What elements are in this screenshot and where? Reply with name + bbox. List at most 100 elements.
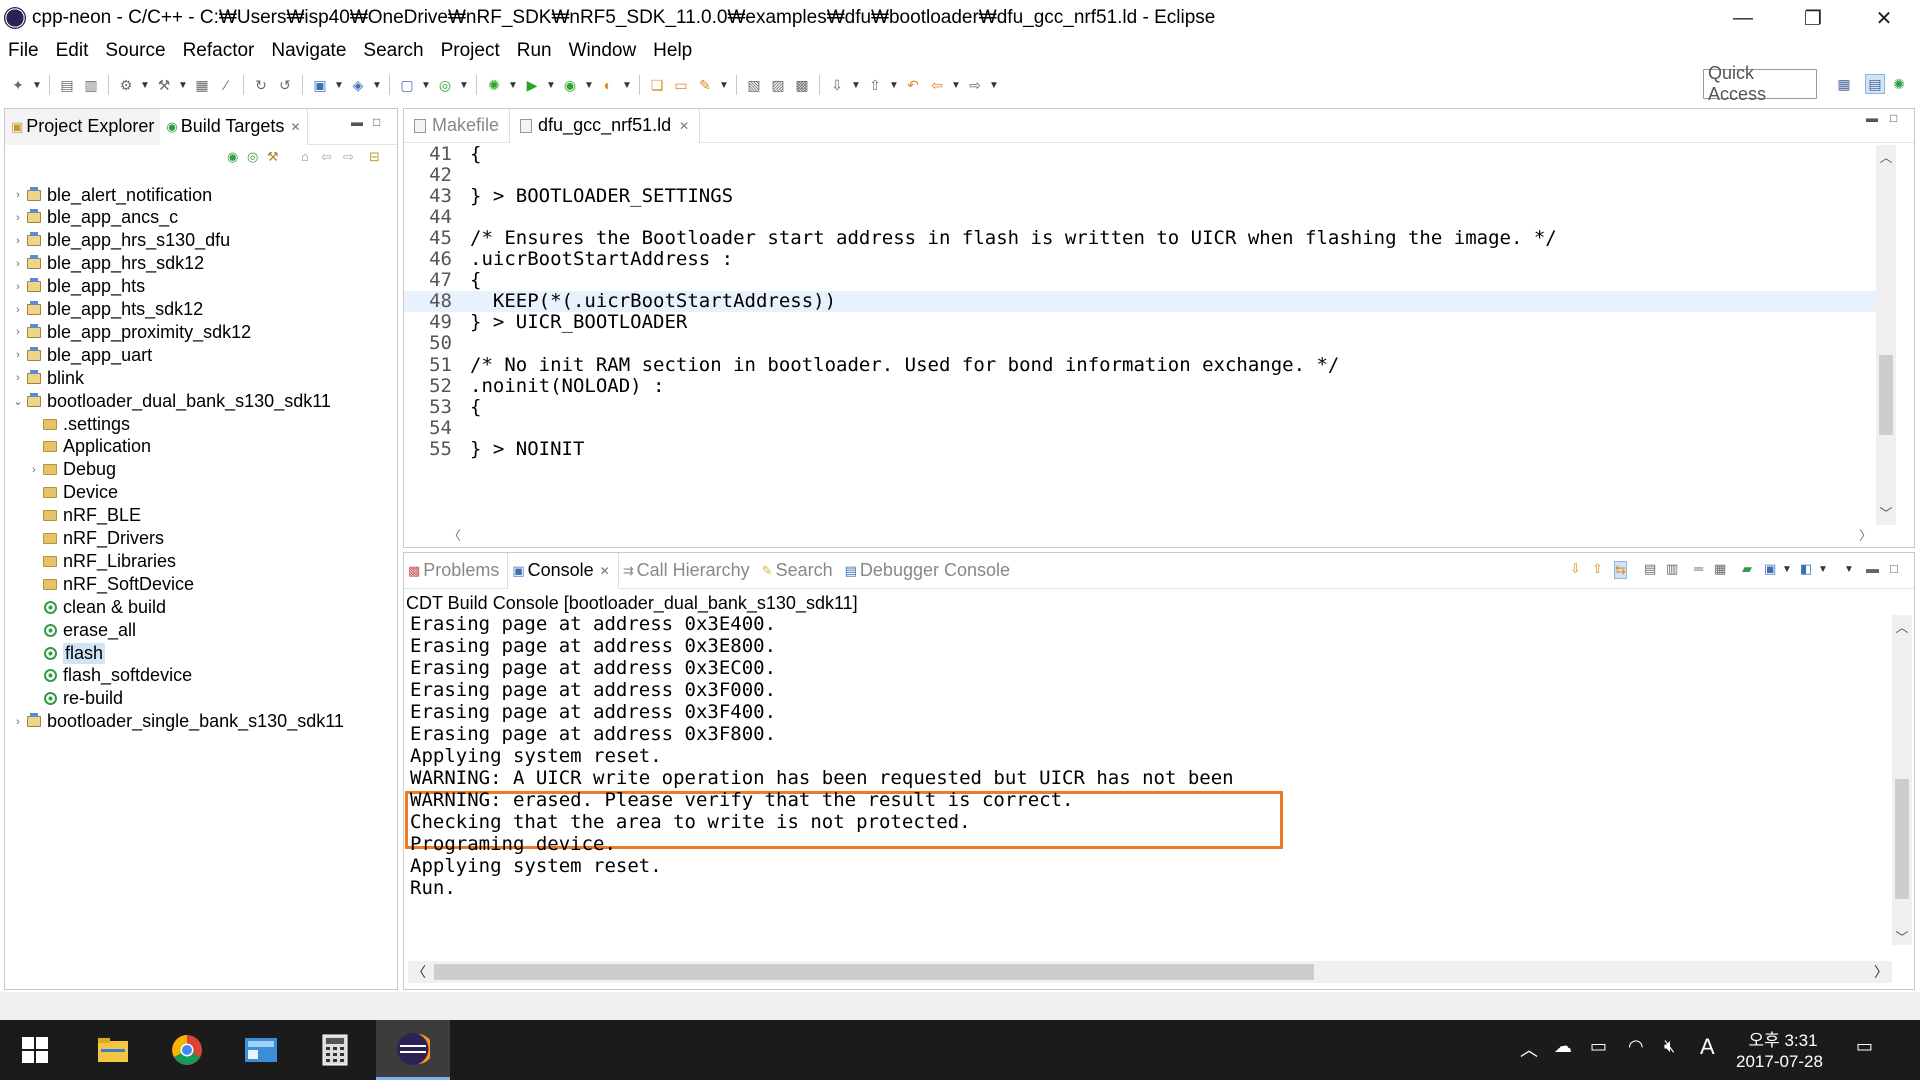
pen-icon[interactable]: ✎	[695, 76, 715, 94]
chevron-down-icon[interactable]: ⌄	[11, 395, 25, 408]
save-all-icon[interactable]: ▥	[81, 76, 101, 94]
new-file-dropdown-icon[interactable]: ▼	[421, 76, 431, 94]
profile-dropdown-icon[interactable]: ▼	[622, 76, 632, 94]
chevron-right-icon[interactable]: ›	[11, 304, 25, 316]
code-line[interactable]: 47 {	[404, 269, 1880, 291]
scroll-left-icon[interactable]: 〈	[412, 962, 426, 982]
minimize-editor-icon[interactable]: ▬	[1866, 111, 1878, 125]
chrome-button[interactable]	[152, 1020, 222, 1080]
run-external-dropdown-icon[interactable]: ▼	[584, 76, 594, 94]
new-class-dropdown-icon[interactable]: ▼	[372, 76, 382, 94]
editor-vertical-scrollbar[interactable]: ︿ ﹀	[1876, 145, 1896, 525]
copy-console-icon[interactable]: ▤	[1644, 561, 1656, 577]
scroll-right-icon[interactable]: 〉	[1874, 962, 1888, 982]
pin-console-icon[interactable]: ▰	[1742, 561, 1752, 577]
code-line[interactable]: 49} > UICR_BOOTLOADER	[404, 311, 1880, 333]
pen-dropdown-icon[interactable]: ▼	[719, 76, 729, 94]
minimize-button[interactable]: —	[1714, 0, 1772, 36]
notifications-icon[interactable]: ▭	[1856, 1036, 1873, 1057]
menu-run[interactable]: Run	[509, 40, 561, 62]
scroll-left-icon[interactable]: 〈	[448, 525, 461, 544]
code-line[interactable]: 48 KEEP(*(.uicrBootStartAddress))	[404, 290, 1880, 312]
new-class-icon[interactable]: ◈	[348, 76, 368, 94]
tab-search[interactable]: ✎ Search	[758, 553, 841, 589]
code-line[interactable]: 55} > NOINIT	[404, 438, 1880, 460]
code-line[interactable]: 44	[404, 206, 1880, 228]
scroll-lock-up-icon[interactable]: ⇧	[1592, 561, 1603, 577]
back-icon[interactable]: ⇦	[927, 76, 947, 94]
collapse-all-icon[interactable]: ⊟	[369, 149, 380, 165]
menu-window[interactable]: Window	[561, 40, 646, 62]
maximize-editor-icon[interactable]: □	[1890, 111, 1897, 125]
refresh-all-icon[interactable]: ↺	[275, 76, 295, 94]
open-folder-icon[interactable]: ▭	[671, 76, 691, 94]
code-line[interactable]: 46 .uicrBootStartAddress :	[404, 248, 1880, 270]
prev-annotation-icon[interactable]: ⇧	[865, 76, 885, 94]
file-explorer-button[interactable]	[78, 1020, 148, 1080]
close-button[interactable]: ✕	[1855, 0, 1913, 36]
new-dropdown-icon[interactable]: ▼	[32, 76, 42, 94]
forward-icon[interactable]: ⇨	[965, 76, 985, 94]
last-edit-icon[interactable]: ↶	[903, 76, 923, 94]
maximize-button[interactable]: ❐	[1784, 0, 1842, 36]
tab-call-hierarchy[interactable]: ⇉ Call Hierarchy	[619, 553, 758, 589]
debug-perspective-icon[interactable]: ✺	[1889, 74, 1909, 94]
eclipse-taskbar-button[interactable]	[376, 1020, 450, 1080]
wand-icon[interactable]: ∕	[216, 76, 236, 94]
chevron-right-icon[interactable]: ›	[11, 716, 25, 728]
link-console-icon[interactable]: ⇆	[1614, 561, 1627, 579]
ime-indicator[interactable]: A	[1700, 1034, 1715, 1060]
close-tab-icon[interactable]: ✕	[290, 120, 300, 134]
menu-refactor[interactable]: Refactor	[175, 40, 264, 62]
clear-console-icon[interactable]: ▦	[1714, 561, 1726, 577]
open-perspective-icon[interactable]: ▦	[1834, 74, 1854, 94]
block-select-icon[interactable]: ▩	[792, 76, 812, 94]
code-line[interactable]: 41 {	[404, 145, 1880, 165]
view-menu-icon[interactable]: ▼	[1844, 564, 1854, 575]
save-icon[interactable]: ▤	[57, 76, 77, 94]
chevron-right-icon[interactable]: ›	[11, 212, 25, 224]
close-tab-icon[interactable]: ✕	[600, 564, 610, 578]
menu-navigate[interactable]: Navigate	[263, 40, 355, 62]
menu-file[interactable]: File	[0, 40, 48, 62]
scroll-down-icon[interactable]: ﹀	[1876, 503, 1896, 522]
build-config-icon[interactable]: ⚙	[116, 76, 136, 94]
editor-horizontal-scrollbar[interactable]: 〈 〉	[444, 525, 1876, 545]
scroll-down-icon[interactable]: ﹀	[1892, 927, 1912, 946]
scroll-thumb[interactable]	[1879, 355, 1893, 435]
open-console-dropdown-icon[interactable]: ▼	[1818, 564, 1828, 575]
maximize-panel-icon[interactable]: □	[373, 115, 380, 129]
code-line[interactable]: 43} > BOOTLOADER_SETTINGS	[404, 185, 1880, 207]
tab-debugger-console[interactable]: ▤ Debugger Console	[841, 553, 1018, 589]
volume-muted-icon[interactable]: 🔇︎	[1664, 1036, 1675, 1057]
tab-build-targets[interactable]: ◉ Build Targets ✕	[160, 108, 308, 145]
chevron-right-icon[interactable]: ›	[11, 258, 25, 270]
tab-problems[interactable]: ▩ Problems	[404, 553, 507, 589]
console-vertical-scrollbar[interactable]: ︿ ﹀	[1892, 615, 1912, 945]
build-icon[interactable]: ⚒	[154, 76, 174, 94]
wifi-icon[interactable]: ◠	[1628, 1036, 1644, 1057]
menu-search[interactable]: Search	[355, 40, 432, 62]
start-button[interactable]	[0, 1020, 70, 1080]
toggle-mark-icon[interactable]: ▧	[744, 76, 764, 94]
chevron-right-icon[interactable]: ›	[27, 464, 41, 476]
display-console-icon[interactable]: ▣	[1764, 561, 1776, 577]
home-icon[interactable]: ⌂	[301, 149, 309, 164]
chevron-right-icon[interactable]: ›	[11, 372, 25, 384]
battery-icon[interactable]: ▭	[1590, 1036, 1607, 1057]
build-dropdown-icon[interactable]: ▼	[178, 76, 188, 94]
tab-makefile[interactable]: Makefile	[404, 109, 509, 143]
tab-dfu-gcc-nrf51[interactable]: dfu_gcc_nrf51.ld ✕	[509, 108, 701, 143]
scroll-right-icon[interactable]: 〉	[1859, 525, 1872, 544]
build-config-dropdown-icon[interactable]: ▼	[140, 76, 150, 94]
code-line[interactable]: 42	[404, 164, 1880, 186]
cycle-dropdown-icon[interactable]: ▼	[459, 76, 469, 94]
next-annotation-dropdown-icon[interactable]: ▼	[851, 76, 861, 94]
open-type-icon[interactable]: ❏	[647, 76, 667, 94]
debug-icon[interactable]: ✺	[484, 76, 504, 94]
chevron-right-icon[interactable]: ›	[11, 326, 25, 338]
chevron-right-icon[interactable]: ›	[11, 235, 25, 247]
maximize-console-icon[interactable]: □	[1890, 561, 1898, 576]
display-console-dropdown-icon[interactable]: ▼	[1782, 564, 1792, 575]
code-line[interactable]: 52 .noinit(NOLOAD) :	[404, 375, 1880, 397]
